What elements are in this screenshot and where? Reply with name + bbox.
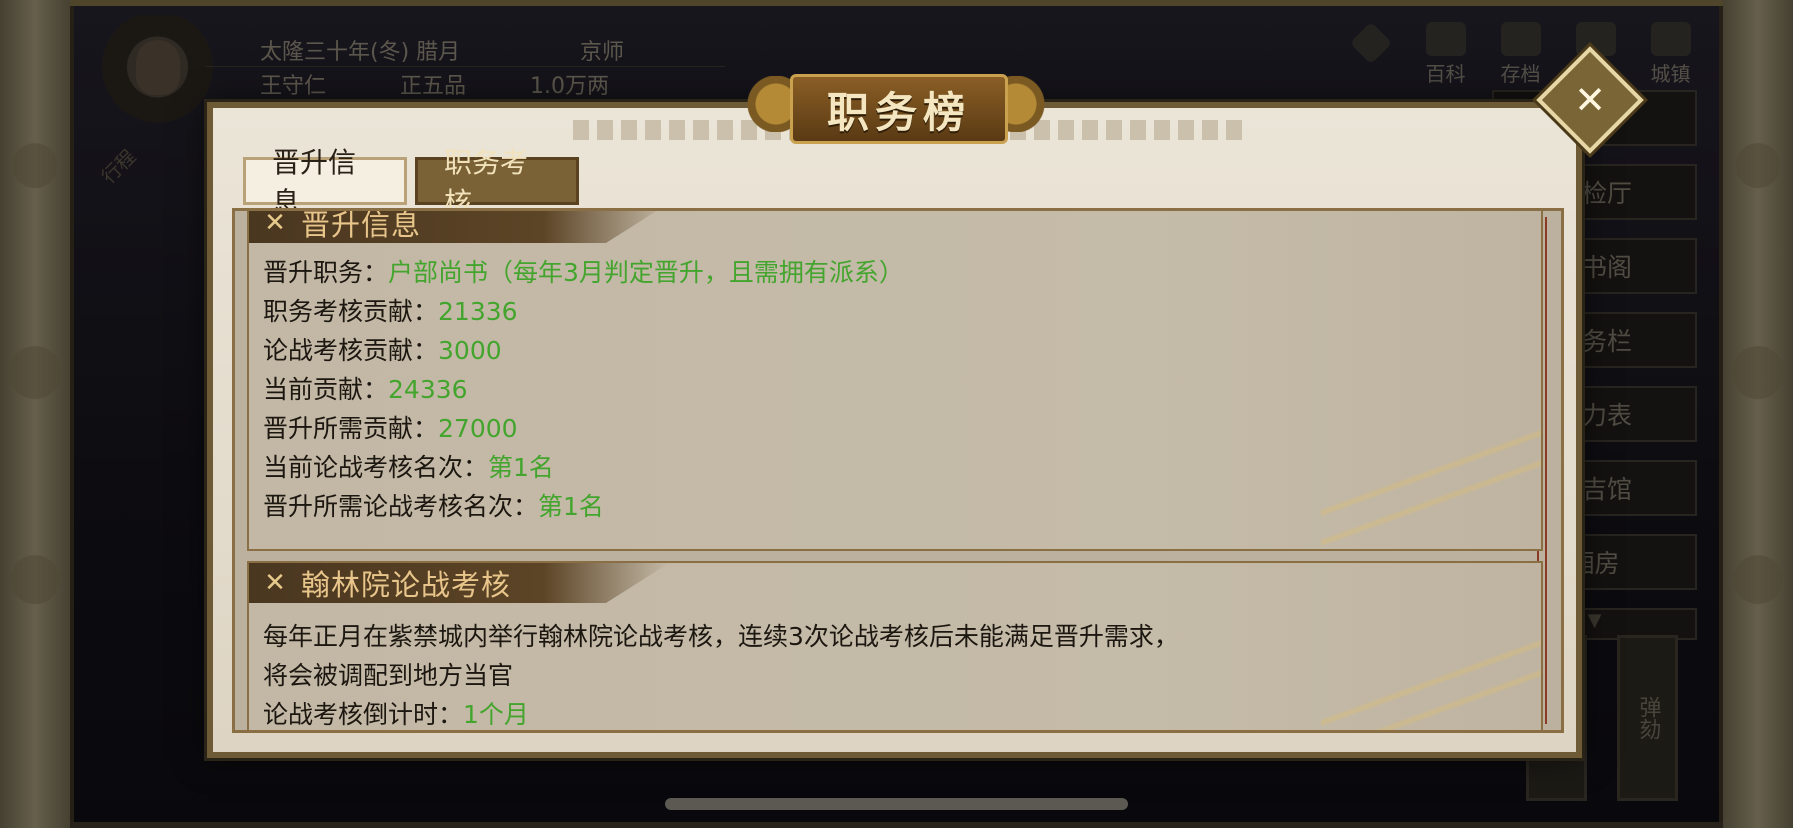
section-title: 翰林院论战考核 xyxy=(301,568,512,602)
debate-assessment-section: ✕ 翰林院论战考核 每年正月在紫禁城内举行翰林院论战考核，连续3次论战考核后未能… xyxy=(247,561,1543,730)
save-icon xyxy=(1500,22,1541,56)
info-line: 论战考核贡献：3000 xyxy=(263,336,502,365)
tab-duty-assessment[interactable]: 职务考核 xyxy=(415,146,579,219)
dialog-title: 职务榜 xyxy=(790,74,1008,144)
left-ornate-border xyxy=(0,0,74,828)
location-text: 京师 xyxy=(580,39,625,65)
info-line: 每年正月在紫禁城内举行翰林院论战考核，连续3次论战考核后未能满足晋升需求， xyxy=(263,622,1179,651)
info-line: 将会被调配到地方当官 xyxy=(263,661,514,690)
bottom-frame xyxy=(70,822,1723,828)
avatar-face xyxy=(136,40,180,95)
player-avatar[interactable] xyxy=(100,15,215,145)
home-indicator[interactable] xyxy=(665,798,1128,810)
status-bar: 太隆三十年(冬) 腊月 京师 王守仁 正五品 1.0万两 xyxy=(205,33,725,101)
info-line: 晋升所需论战考核名次：第1名 xyxy=(263,492,604,521)
date-text: 太隆三十年(冬) 腊月 xyxy=(260,39,461,65)
info-line: 晋升所需贡献：27000 xyxy=(263,414,518,443)
dialog-content-scroll[interactable]: ✕ 晋升信息 晋升职务：户部尚书（每年3月判定晋升，且需拥有派系） 职务考核贡献… xyxy=(232,208,1564,733)
tab-promotion-info[interactable]: 晋升信息 xyxy=(243,146,407,219)
status-row-player: 王守仁 正五品 1.0万两 xyxy=(205,67,725,101)
scroll-icon xyxy=(1425,22,1466,56)
top-icon-bar: 百科 存档 读档 城镇 xyxy=(1343,21,1698,87)
crossed-swords-icon: ✕ xyxy=(264,568,286,598)
status-row-date: 太隆三十年(冬) 腊月 京师 xyxy=(205,33,725,67)
landscape-decoration xyxy=(1321,639,1541,730)
town-button[interactable]: 城镇 xyxy=(1643,22,1698,87)
promotion-info-section: ✕ 晋升信息 晋升职务：户部尚书（每年3月判定晋升，且需拥有派系） 职务考核贡献… xyxy=(247,208,1543,551)
town-icon xyxy=(1650,22,1691,56)
info-line: 当前论战考核名次：第1名 xyxy=(263,453,554,482)
dialog-tabs: 晋升信息 职务考核 xyxy=(243,146,579,219)
crossed-swords-icon: ✕ xyxy=(264,208,286,238)
scroll-rail xyxy=(1545,217,1547,724)
encyclopedia-button[interactable]: 百科 xyxy=(1418,22,1473,87)
compass-icon xyxy=(1349,21,1392,65)
impeach-button[interactable]: 弹劾 xyxy=(1617,635,1678,801)
player-money: 1.0万两 xyxy=(530,73,609,99)
info-line: 职务考核贡献：21336 xyxy=(263,297,518,326)
info-line: 晋升职务：户部尚书（每年3月判定晋升，且需拥有派系） xyxy=(263,258,904,287)
section-header: ✕ 晋升信息 xyxy=(249,208,669,243)
info-line: 当前贡献：24336 xyxy=(263,375,468,404)
landscape-decoration xyxy=(1321,429,1541,549)
section-title: 晋升信息 xyxy=(301,208,422,242)
info-line: 论战考核倒计时：1个月 xyxy=(263,700,529,729)
section-header: ✕ 翰林院论战考核 xyxy=(249,563,669,603)
compass-button[interactable] xyxy=(1343,21,1398,87)
right-ornate-border xyxy=(1719,0,1793,828)
dialog-title-plaque: 职务榜 xyxy=(740,66,1052,148)
close-icon: ✕ xyxy=(1574,78,1606,122)
save-button[interactable]: 存档 xyxy=(1493,22,1548,87)
player-name: 王守仁 xyxy=(260,73,327,99)
player-rank: 正五品 xyxy=(400,73,467,99)
